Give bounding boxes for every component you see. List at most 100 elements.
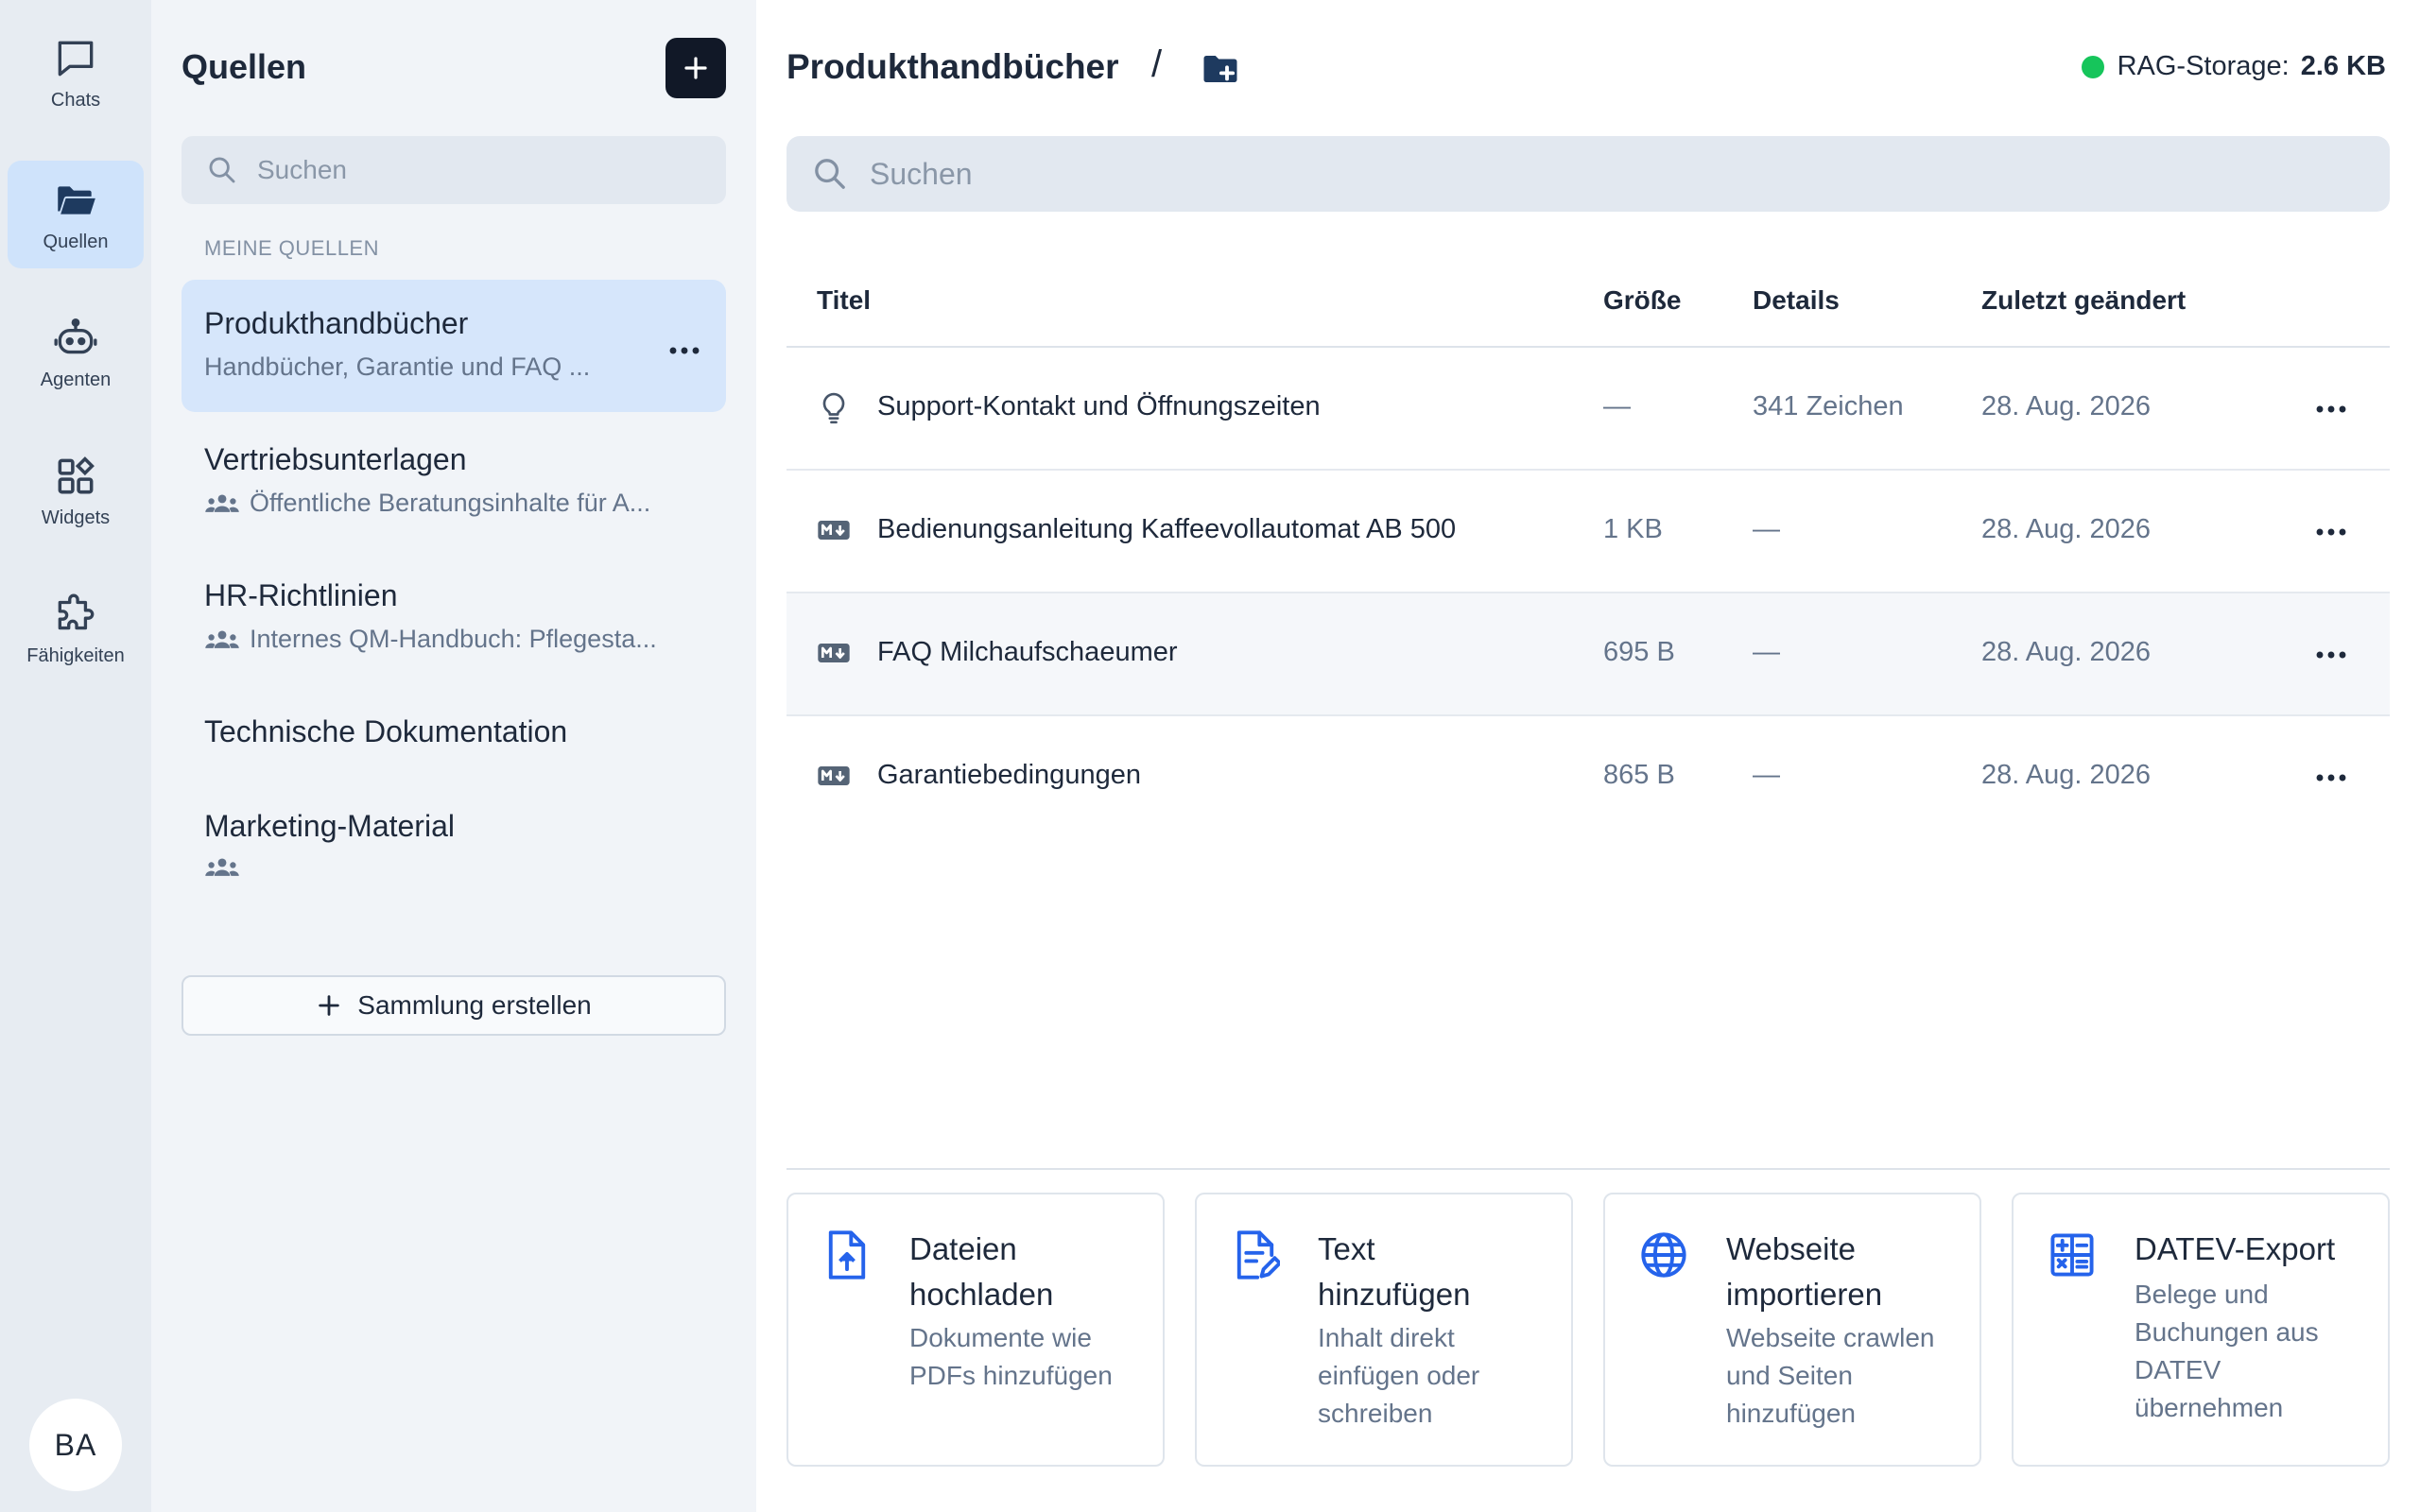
card-desc-line: PDFs hinzufügen	[909, 1361, 1113, 1390]
document-search-input[interactable]	[870, 156, 2288, 192]
card-title-line: hochladen	[909, 1277, 1054, 1312]
rail-item-quellen[interactable]: Quellen	[8, 161, 144, 268]
collection-item-vertriebsunterlagen[interactable]: Vertriebsunterlagen Öffentliche Beratung…	[182, 416, 726, 548]
table-row[interactable]: FAQ Milchaufschaeumer 695 B — 28. Aug. 2…	[786, 593, 2390, 716]
card-desc-line: Dokumente wie	[909, 1323, 1092, 1352]
row-size: 695 B	[1603, 637, 1675, 667]
collection-description: Handbücher, Garantie und FAQ ...	[204, 352, 703, 382]
sources-search-input[interactable]	[257, 155, 711, 185]
rail-label-quellen: Quellen	[43, 231, 109, 252]
collection-description-text: Öffentliche Beratungsinhalte für A...	[250, 489, 651, 517]
column-header-details[interactable]: Details	[1753, 285, 1840, 316]
breadcrumb-collection[interactable]: Produkthandbücher	[786, 47, 1119, 87]
row-title: Bedienungsanleitung Kaffeevollautomat AB…	[877, 514, 1457, 544]
card-description: Webseite crawlen und Seiten hinzufügen	[1726, 1319, 1962, 1433]
collection-name: Technische Dokumentation	[204, 714, 568, 748]
card-desc-line: Buchungen aus	[2135, 1317, 2319, 1347]
collection-name: Produkthandbücher	[204, 306, 469, 340]
row-size: 1 KB	[1603, 514, 1663, 544]
robot-icon	[54, 318, 97, 353]
row-modified: 28. Aug. 2026	[1981, 637, 2151, 667]
collection-name: Marketing-Material	[204, 809, 455, 843]
card-desc-line: DATEV	[2135, 1355, 2221, 1384]
card-desc-line: übernehmen	[2135, 1393, 2284, 1422]
shared-group-icon	[205, 494, 239, 512]
card-title: Text hinzufügen	[1318, 1227, 1554, 1317]
more-horizontal-icon	[669, 347, 700, 354]
collection-item-technische-dokumentation[interactable]: Technische Dokumentation	[182, 696, 726, 771]
card-title: Dateien hochladen	[909, 1227, 1146, 1317]
main-content: Produkthandbücher / RAG-Storage: 2.6 KB …	[756, 0, 2420, 1512]
card-import-website[interactable]: Webseite importieren Webseite crawlen un…	[1603, 1193, 1981, 1467]
more-horizontal-icon[interactable]	[2314, 641, 2348, 669]
row-modified: 28. Aug. 2026	[1981, 760, 2151, 790]
column-header-zuletzt-geaendert[interactable]: Zuletzt geändert	[1981, 285, 2186, 316]
card-description: Inhalt direkt einfügen oder schreiben	[1318, 1319, 1554, 1433]
card-desc-line: und Seiten	[1726, 1361, 1853, 1390]
collection-description	[204, 855, 703, 880]
card-description: Belege und Buchungen aus DATEV übernehme…	[2135, 1276, 2371, 1427]
card-desc-line: hinzufügen	[1726, 1399, 1857, 1428]
folder-open-icon	[58, 185, 95, 215]
lightbulb-icon	[822, 392, 845, 424]
column-header-titel[interactable]: Titel	[817, 285, 871, 316]
section-label-meine-quellen: MEINE QUELLEN	[204, 236, 379, 260]
card-add-text[interactable]: Text hinzufügen Inhalt direkt einfügen o…	[1195, 1193, 1573, 1467]
row-details: —	[1753, 514, 1780, 544]
card-desc-line: Webseite crawlen	[1726, 1323, 1935, 1352]
row-size: 865 B	[1603, 760, 1675, 790]
rail-label-agenten: Agenten	[40, 369, 112, 390]
sources-title: Quellen	[182, 47, 307, 86]
column-header-groesse[interactable]: Größe	[1603, 285, 1681, 316]
more-horizontal-icon[interactable]	[2314, 395, 2348, 423]
row-details: —	[1753, 760, 1780, 790]
folder-add-icon[interactable]	[1201, 49, 1240, 89]
markdown-icon	[818, 521, 850, 540]
card-upload-files[interactable]: Dateien hochladen Dokumente wie PDFs hin…	[786, 1193, 1165, 1467]
rail-label-chats: Chats	[50, 89, 101, 111]
collection-description-text: Handbücher, Garantie und FAQ ...	[204, 352, 591, 381]
row-size: —	[1603, 391, 1631, 421]
collection-item-hr-richtlinien[interactable]: HR-Richtlinien Internes QM-Handbuch: Pfl…	[182, 552, 726, 684]
avatar[interactable]: BA	[29, 1399, 122, 1491]
storage-value: 2.6 KB	[2300, 51, 2386, 81]
card-desc-line: schreiben	[1318, 1399, 1433, 1428]
rail-item-chats[interactable]: Chats	[8, 19, 144, 127]
row-modified: 28. Aug. 2026	[1981, 391, 2151, 421]
collection-name: Vertriebsunterlagen	[204, 442, 467, 476]
collection-more-button[interactable]	[666, 336, 703, 365]
card-datev-export[interactable]: DATEV-Export Belege und Buchungen aus DA…	[2012, 1193, 2390, 1467]
collection-item-produkthandbuecher[interactable]: Produkthandbücher Handbücher, Garantie u…	[182, 280, 726, 412]
card-title-line: Webseite	[1726, 1231, 1856, 1266]
card-title: Webseite importieren	[1726, 1227, 1962, 1317]
collection-item-marketing-material[interactable]: Marketing-Material	[182, 790, 726, 913]
breadcrumb-separator: /	[1151, 43, 1163, 85]
table-row[interactable]: Support-Kontakt und Öffnungszeiten — 341…	[786, 348, 2390, 471]
app-rail: Chats Quellen Agenten Widgets Fähigkeite…	[0, 0, 151, 1512]
rail-label-widgets: Widgets	[41, 507, 111, 528]
file-edit-icon	[1236, 1230, 1280, 1280]
sources-search[interactable]	[182, 136, 726, 204]
file-upload-icon	[828, 1230, 866, 1280]
document-search[interactable]	[786, 136, 2390, 212]
table-row[interactable]: Bedienungsanleitung Kaffeevollautomat AB…	[786, 471, 2390, 593]
card-title-line: Dateien	[909, 1231, 1017, 1266]
table-header: Titel Größe Details Zuletzt geändert	[786, 272, 2390, 348]
card-desc-line: Inhalt direkt	[1318, 1323, 1455, 1352]
card-title-line: importieren	[1726, 1277, 1883, 1312]
more-horizontal-icon[interactable]	[2314, 764, 2348, 792]
rail-item-faehigkeiten[interactable]: Fähigkeiten	[8, 575, 144, 682]
rail-item-widgets[interactable]: Widgets	[8, 437, 144, 544]
card-desc-line: einfügen oder	[1318, 1361, 1480, 1390]
row-modified: 28. Aug. 2026	[1981, 514, 2151, 544]
create-collection-label: Sammlung erstellen	[357, 990, 592, 1020]
rail-item-agenten[interactable]: Agenten	[8, 299, 144, 406]
more-horizontal-icon[interactable]	[2314, 518, 2348, 546]
storage-indicator: RAG-Storage: 2.6 KB	[2081, 51, 2386, 82]
create-collection-button[interactable]: Sammlung erstellen	[182, 975, 726, 1036]
card-desc-line: Belege und	[2135, 1280, 2269, 1309]
plus-icon	[684, 57, 707, 79]
add-source-button[interactable]	[666, 38, 726, 98]
row-details: 341 Zeichen	[1753, 391, 1904, 421]
table-row[interactable]: Garantiebedingungen 865 B — 28. Aug. 202…	[786, 716, 2390, 839]
